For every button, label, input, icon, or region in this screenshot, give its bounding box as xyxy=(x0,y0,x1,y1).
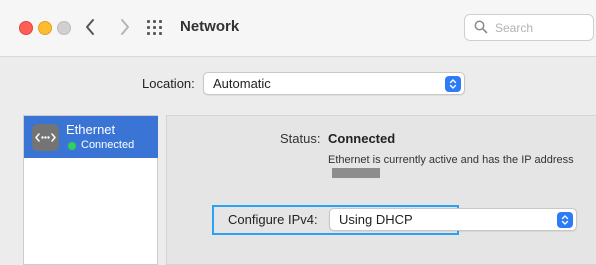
chevron-updown-icon xyxy=(445,76,461,92)
location-popup[interactable]: Automatic xyxy=(203,72,465,95)
sidebar-item-ethernet[interactable]: Ethernet Connected xyxy=(24,116,158,158)
close-window-button[interactable] xyxy=(19,21,33,35)
configure-ipv4-popup[interactable]: Using DHCP xyxy=(329,208,577,231)
search-placeholder: Search xyxy=(495,21,534,35)
window-title: Network xyxy=(180,18,240,35)
status-label: Status: xyxy=(280,131,321,146)
status-value: Connected xyxy=(328,131,396,146)
show-all-grid-icon[interactable] xyxy=(146,19,163,36)
configure-ipv4-value: Using DHCP xyxy=(339,212,413,227)
chevron-updown-icon xyxy=(557,212,573,228)
status-dot-icon xyxy=(68,142,76,150)
ethernet-icon xyxy=(32,124,59,151)
minimize-window-button[interactable] xyxy=(38,21,52,35)
back-arrow-icon[interactable] xyxy=(84,17,96,37)
network-services-list: Ethernet Connected xyxy=(23,115,158,265)
zoom-window-button[interactable] xyxy=(57,21,71,35)
location-value: Automatic xyxy=(213,76,271,91)
title-bar: Network Search xyxy=(0,0,596,57)
status-description-text: Ethernet is currently active and has the… xyxy=(328,154,574,166)
sidebar-item-status: Connected xyxy=(81,139,135,151)
configure-ipv4-label: Configure IPv4: xyxy=(228,212,318,227)
location-label: Location: xyxy=(142,76,195,91)
search-field[interactable]: Search xyxy=(464,14,594,41)
status-description: Ethernet is currently active and has the… xyxy=(328,153,578,181)
redacted-ip-address xyxy=(332,168,380,178)
forward-arrow-icon[interactable] xyxy=(119,17,131,37)
search-icon xyxy=(474,20,488,34)
sidebar-item-label: Ethernet xyxy=(66,122,116,137)
